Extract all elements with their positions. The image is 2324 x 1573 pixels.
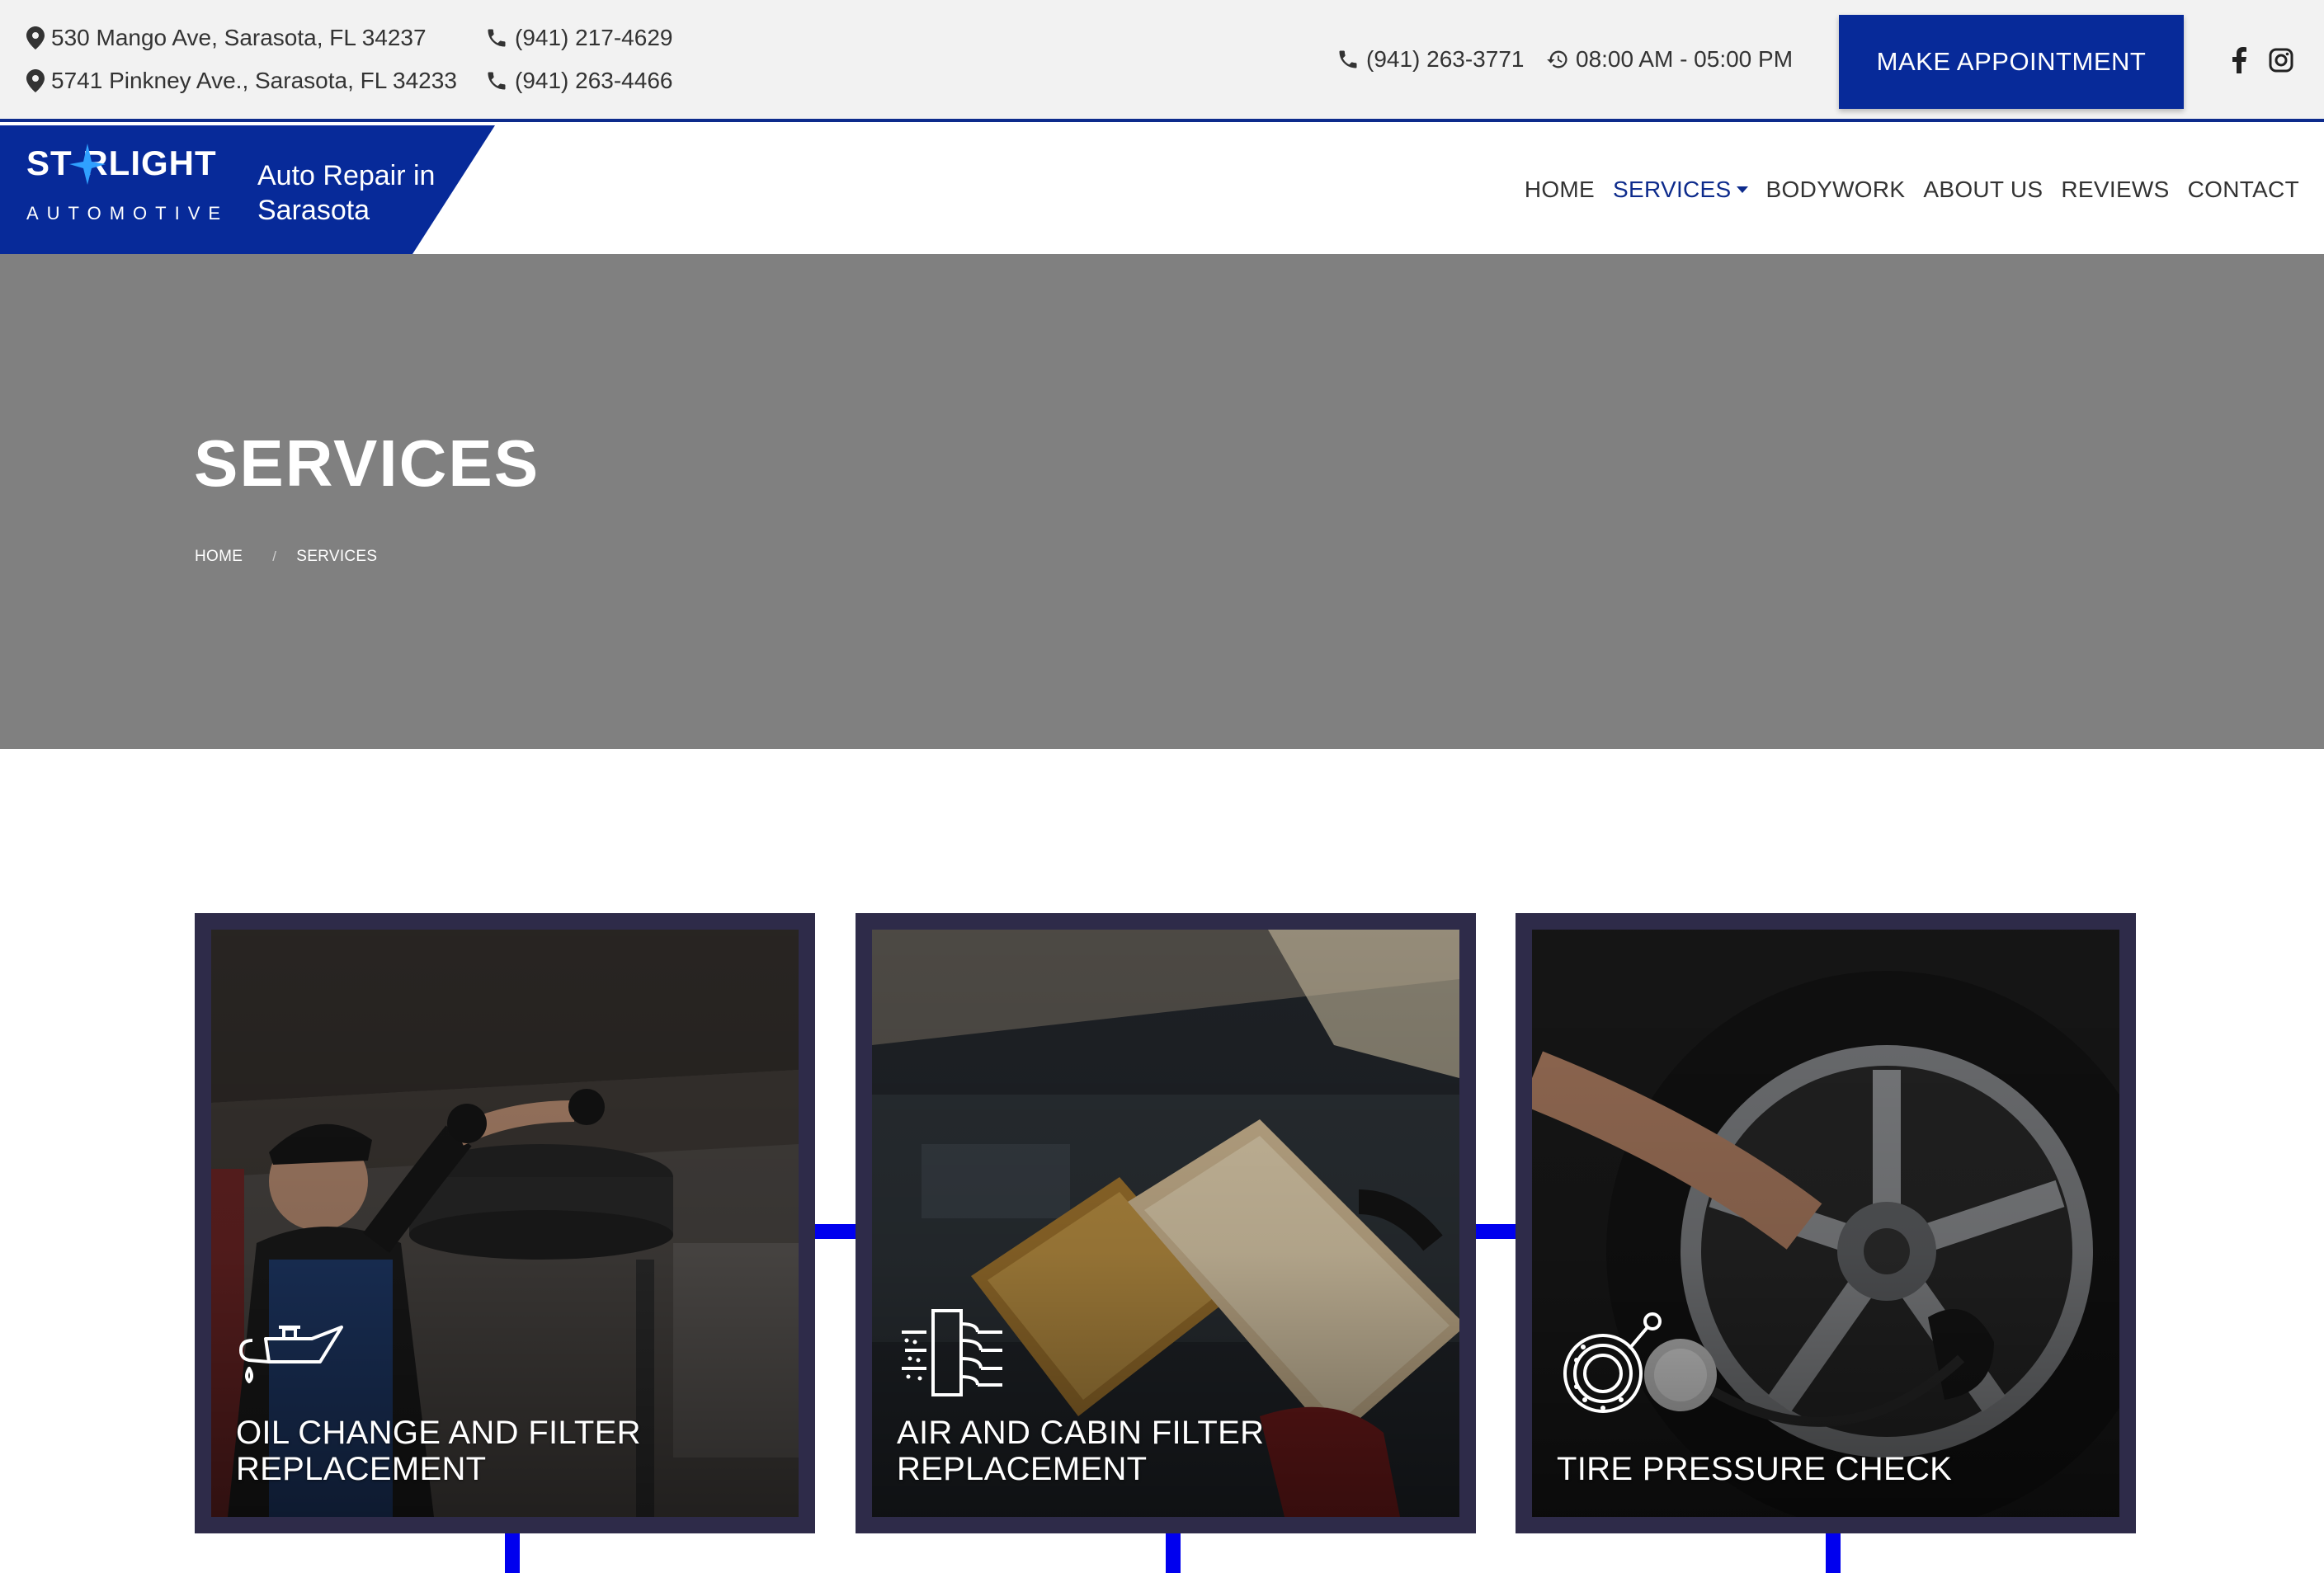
card-connector (505, 1533, 520, 1573)
logo[interactable]: ST RLIGHT AUTOMOTIVE Auto Repair in Sara… (0, 125, 495, 254)
card-connector (1826, 1533, 1841, 1573)
clock-history-icon (1547, 50, 1567, 68)
breadcrumb-separator: / (272, 549, 277, 564)
card-connector (815, 1224, 856, 1239)
phone-2[interactable]: (941) 263-4466 (485, 68, 672, 94)
address-2[interactable]: 5741 Pinkney Ave., Sarasota, FL 34233 (26, 68, 457, 94)
caret-down-icon (1736, 186, 1748, 193)
service-image: AIR AND CABIN FILTER REPLACEMENT (872, 930, 1459, 1517)
tire-gauge-icon (1563, 1312, 1662, 1413)
breadcrumb: HOME / SERVICES (195, 548, 377, 566)
page-title: SERVICES (194, 426, 540, 500)
nav-bodywork[interactable]: BODYWORK (1766, 177, 1906, 203)
star-logo-icon (69, 144, 106, 185)
address-1-text: 530 Mango Ave, Sarasota, FL 34237 (51, 25, 427, 50)
phone-icon (488, 72, 506, 90)
card-connector (1475, 1224, 1516, 1239)
service-image: TIRE PRESSURE CHECK (1532, 930, 2119, 1517)
air-filter-icon (902, 1309, 1002, 1396)
card-connector (1166, 1533, 1181, 1573)
nav-services-label: SERVICES (1613, 177, 1732, 202)
service-card-air-filter[interactable]: AIR AND CABIN FILTER REPLACEMENT (856, 913, 1476, 1533)
oil-can-icon (239, 1326, 343, 1383)
top-bar: 530 Mango Ave, Sarasota, FL 34237 5741 P… (0, 0, 2324, 122)
logo-tagline: Auto Repair in Sarasota (257, 160, 436, 226)
logo-subtitle: AUTOMOTIVE (26, 203, 229, 224)
logo-wordmark: ST RLIGHT (26, 144, 217, 182)
main-phone-text: (941) 263-3771 (1366, 46, 1525, 72)
service-image: OIL CHANGE AND FILTER REPLACEMENT (211, 930, 799, 1517)
site-header: ST RLIGHT AUTOMOTIVE Auto Repair in Sara… (0, 125, 2324, 254)
service-card-oil-change[interactable]: OIL CHANGE AND FILTER REPLACEMENT (195, 913, 815, 1533)
page-hero: SERVICES HOME / SERVICES (0, 254, 2324, 749)
breadcrumb-current: SERVICES (296, 548, 378, 565)
nav-contact[interactable]: CONTACT (2188, 177, 2299, 203)
business-hours-text: 08:00 AM - 05:00 PM (1576, 46, 1794, 72)
phone-icon (488, 29, 506, 47)
map-pin-icon (26, 69, 45, 92)
service-title: OIL CHANGE AND FILTER REPLACEMENT (236, 1415, 641, 1487)
phone-icon (1339, 50, 1357, 68)
service-title: AIR AND CABIN FILTER REPLACEMENT (897, 1415, 1265, 1487)
nav-reviews[interactable]: REVIEWS (2061, 177, 2169, 203)
make-appointment-button[interactable]: MAKE APPOINTMENT (1839, 15, 2184, 109)
map-pin-icon (26, 26, 45, 49)
nav-services[interactable]: SERVICES (1613, 177, 1748, 203)
service-card-tire-pressure[interactable]: TIRE PRESSURE CHECK (1516, 913, 2136, 1533)
phone-1[interactable]: (941) 217-4629 (485, 25, 672, 51)
nav-home[interactable]: HOME (1525, 177, 1595, 203)
address-2-text: 5741 Pinkney Ave., Sarasota, FL 34233 (51, 68, 457, 93)
phone-1-text: (941) 217-4629 (515, 25, 673, 50)
image-overlay (1532, 930, 2119, 1517)
main-nav: HOME SERVICES BODYWORK ABOUT US REVIEWS … (1525, 125, 2299, 254)
instagram-icon[interactable] (2267, 46, 2295, 74)
address-1[interactable]: 530 Mango Ave, Sarasota, FL 34237 (26, 25, 427, 51)
business-hours: 08:00 AM - 05:00 PM (1546, 46, 1793, 73)
main-phone[interactable]: (941) 263-3771 (1336, 46, 1524, 73)
breadcrumb-home[interactable]: HOME (195, 548, 243, 566)
phone-2-text: (941) 263-4466 (515, 68, 673, 93)
nav-about-us[interactable]: ABOUT US (1923, 177, 2043, 203)
facebook-icon[interactable] (2225, 46, 2253, 74)
service-title: TIRE PRESSURE CHECK (1557, 1451, 1953, 1487)
